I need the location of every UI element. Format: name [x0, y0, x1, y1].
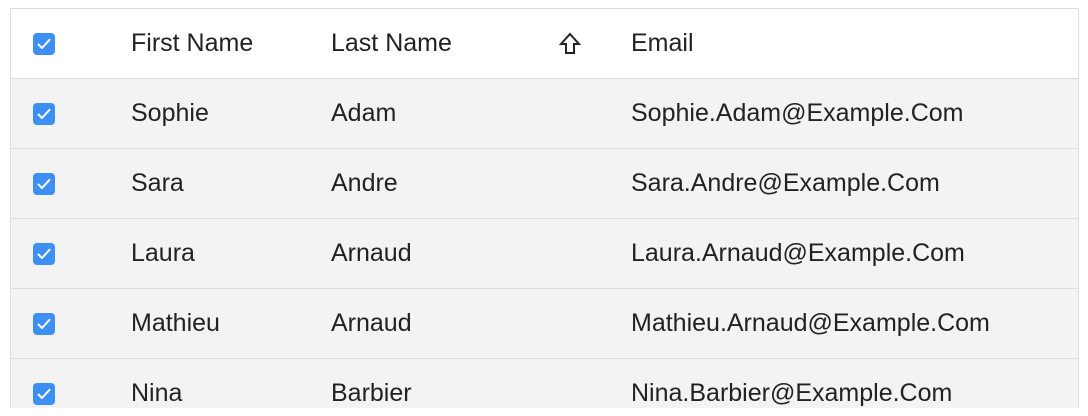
cell-first-name: Laura [131, 239, 195, 267]
row-checkbox[interactable] [33, 102, 55, 125]
cell-email: Laura.Arnaud@Example.Com [631, 239, 965, 267]
cell-email: Mathieu.Arnaud@Example.Com [631, 309, 990, 337]
table-row[interactable]: Sara Andre Sara.Andre@Example.Com [11, 149, 1078, 219]
cell-email: Sara.Andre@Example.Com [631, 169, 940, 197]
checkmark-icon [37, 388, 51, 399]
contacts-table: First Name Last Name Email Sophie Adam S… [10, 8, 1079, 408]
checkmark-icon [37, 318, 51, 329]
row-select-cell [33, 359, 55, 408]
table-row[interactable]: Sophie Adam Sophie.Adam@Example.Com [11, 79, 1078, 149]
cell-last-name: Arnaud [331, 309, 412, 337]
checkmark-icon [37, 178, 51, 189]
cell-first-name: Sophie [131, 99, 209, 127]
cell-last-name: Andre [331, 169, 398, 197]
table-row[interactable]: Nina Barbier Nina.Barbier@Example.Com [11, 359, 1078, 408]
row-checkbox[interactable] [33, 242, 55, 265]
cell-email: Nina.Barbier@Example.Com [631, 379, 953, 407]
row-checkbox[interactable] [33, 382, 55, 405]
cell-first-name: Nina [131, 379, 183, 407]
arrow-up-outline-icon [559, 32, 581, 54]
table-header: First Name Last Name Email [11, 9, 1078, 79]
row-select-cell [33, 219, 55, 288]
table-row[interactable]: Mathieu Arnaud Mathieu.Arnaud@Example.Co… [11, 289, 1078, 359]
sort-ascending-button[interactable] [557, 31, 583, 57]
table-body: Sophie Adam Sophie.Adam@Example.Com Sara… [11, 79, 1078, 408]
sort-cell [557, 9, 583, 78]
cell-first-name: Mathieu [131, 309, 220, 337]
column-header-last-name[interactable]: Last Name [331, 9, 452, 78]
cell-first-name: Sara [131, 169, 184, 197]
row-checkbox[interactable] [33, 172, 55, 195]
column-header-email[interactable]: Email [631, 9, 694, 78]
checkmark-icon [37, 108, 51, 119]
column-header-first-name[interactable]: First Name [131, 9, 253, 78]
cell-last-name: Barbier [331, 379, 412, 407]
select-all-checkbox[interactable] [33, 32, 55, 55]
checkmark-icon [37, 38, 51, 49]
row-select-cell [33, 289, 55, 358]
row-select-cell [33, 149, 55, 218]
cell-last-name: Arnaud [331, 239, 412, 267]
select-all-cell [33, 9, 55, 78]
cell-last-name: Adam [331, 99, 397, 127]
row-select-cell [33, 79, 55, 148]
checkmark-icon [37, 248, 51, 259]
cell-email: Sophie.Adam@Example.Com [631, 99, 964, 127]
table-row[interactable]: Laura Arnaud Laura.Arnaud@Example.Com [11, 219, 1078, 289]
row-checkbox[interactable] [33, 312, 55, 335]
